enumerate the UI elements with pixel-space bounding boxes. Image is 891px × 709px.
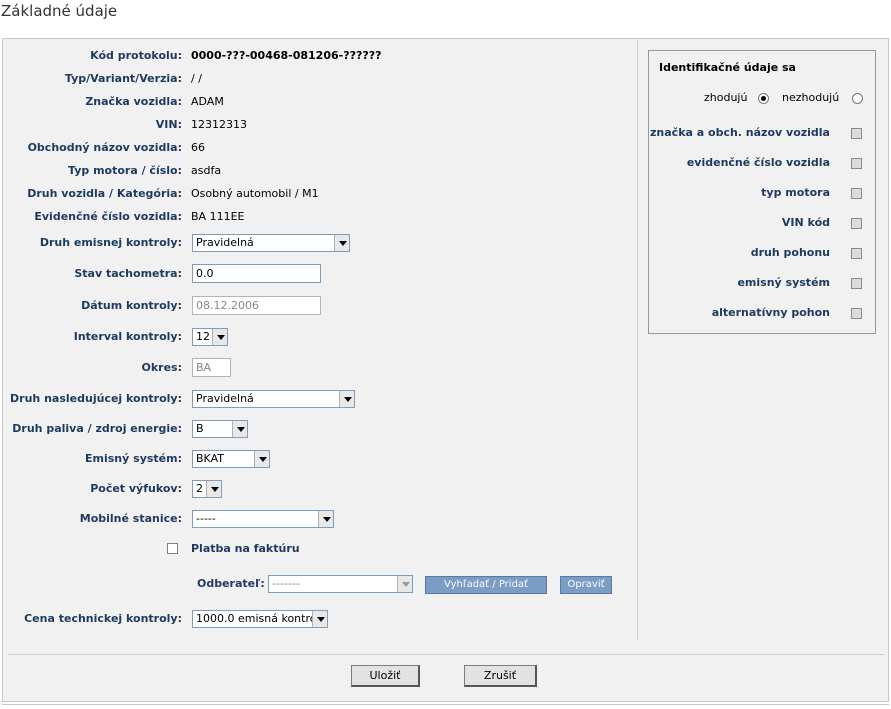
type-value: / /: [191, 72, 202, 85]
footer-divider: [8, 654, 884, 655]
select-value: B: [196, 422, 204, 435]
search-add-button[interactable]: Vyhľadať / Pridať: [425, 576, 547, 594]
emission-system-label: Emisný systém:: [85, 452, 182, 465]
identification-box: Identifikačné údaje sa zhodujú nezhodujú…: [648, 50, 876, 334]
exhaust-count-select[interactable]: 2: [192, 480, 222, 498]
select-value: BKAT: [196, 452, 224, 465]
customer-select[interactable]: -------: [268, 575, 413, 593]
select-value: 12: [196, 330, 210, 343]
district-label: Okres:: [141, 361, 183, 374]
trade-name-value: 66: [191, 141, 205, 154]
chevron-down-icon[interactable]: [339, 391, 354, 407]
mismatch-radio[interactable]: [852, 93, 863, 104]
id-item-vin-label: VIN kód: [781, 216, 830, 229]
chevron-down-icon[interactable]: [397, 576, 412, 592]
chevron-down-icon[interactable]: [312, 611, 327, 627]
info-label: Obchodný názov vozidla:: [27, 141, 182, 154]
id-item-drive-label: druh pohonu: [750, 246, 830, 259]
info-row-vin: VIN:: [0, 116, 182, 134]
info-row-category: Druh vozidla / Kategória:: [0, 185, 182, 203]
select-value: -------: [272, 577, 300, 590]
id-item-engine-checkbox[interactable]: [851, 188, 862, 199]
info-label: Druh vozidla / Kategória:: [27, 187, 182, 200]
plate-value: BA 111EE: [191, 210, 245, 223]
select-value: Pravidelná: [196, 236, 254, 249]
chevron-down-icon[interactable]: [318, 511, 333, 527]
match-radio[interactable]: [758, 93, 769, 104]
id-item-brand-checkbox[interactable]: [851, 128, 862, 139]
info-row-plate: Evidenčné číslo vozidla:: [0, 208, 182, 226]
next-check-type-label: Druh nasledujúcej kontroly:: [10, 392, 182, 405]
id-item-drive-checkbox[interactable]: [851, 248, 862, 259]
info-row-trade-name: Obchodný názov vozidla:: [0, 139, 182, 157]
info-label: Typ/Variant/Verzia:: [64, 72, 182, 85]
inspection-price-select[interactable]: 1000.0 emisná kontrola: [192, 610, 328, 628]
id-item-alt-drive-label: alternatívny pohon: [711, 306, 830, 319]
vin-value: 12312313: [191, 118, 247, 131]
id-item-engine-label: typ motora: [761, 186, 830, 199]
select-value: Pravidelná: [196, 392, 254, 405]
engine-value: asdfa: [191, 164, 222, 177]
emission-system-select[interactable]: BKAT: [192, 450, 270, 468]
match-label: zhodujú: [704, 91, 748, 104]
info-row-protocol: Kód protokolu:: [0, 47, 182, 65]
id-item-emission-label: emisný systém: [737, 276, 830, 289]
inspection-price-label: Cena technickej kontroly:: [24, 612, 182, 625]
emission-check-type-label: Druh emisnej kontroly:: [39, 236, 182, 249]
info-label: Evidenčné číslo vozidla:: [34, 210, 182, 223]
check-date-input[interactable]: 08.12.2006: [192, 296, 321, 315]
next-check-type-select[interactable]: Pravidelná: [192, 390, 355, 408]
check-interval-select[interactable]: 12: [192, 328, 228, 346]
id-item-brand-label: značka a obch. názov vozidla: [650, 126, 830, 139]
info-label: Kód protokolu:: [90, 49, 182, 62]
info-label: Typ motora / číslo:: [68, 164, 182, 177]
invoice-payment-checkbox[interactable]: [167, 543, 178, 554]
fuel-type-select[interactable]: B: [192, 420, 248, 438]
customer-label: Odberateľ:: [197, 577, 265, 590]
chevron-down-icon[interactable]: [212, 329, 227, 345]
id-item-vin-checkbox[interactable]: [851, 218, 862, 229]
protocol-code-value: 0000-???-00468-081206-??????: [191, 49, 382, 62]
panel-bottom-border: [2, 704, 889, 705]
chevron-down-icon[interactable]: [254, 451, 269, 467]
exhaust-count-label: Počet výfukov:: [90, 482, 182, 495]
info-label: VIN:: [155, 118, 182, 131]
select-value: 1000.0 emisná kontrola: [196, 612, 327, 625]
info-label: Značka vozidla:: [85, 95, 182, 108]
chevron-down-icon[interactable]: [232, 421, 247, 437]
chevron-down-icon[interactable]: [334, 235, 349, 251]
column-divider: [637, 40, 638, 640]
select-value: -----: [196, 512, 216, 525]
id-item-emission-checkbox[interactable]: [851, 278, 862, 289]
id-item-plate-label: evidenčné číslo vozidla: [686, 156, 830, 169]
odometer-input[interactable]: 0.0: [192, 264, 321, 283]
brand-value: ADAM: [191, 95, 224, 108]
info-row-type: Typ/Variant/Verzia:: [0, 70, 182, 88]
cancel-button[interactable]: Zrušiť: [464, 665, 537, 687]
district-input[interactable]: BA: [192, 358, 231, 377]
check-date-label: Dátum kontroly:: [81, 299, 182, 312]
mismatch-label: nezhodujú: [782, 91, 840, 104]
odometer-label: Stav tachometra:: [74, 267, 182, 280]
mobile-stations-label: Mobilné stanice:: [79, 512, 182, 525]
info-row-engine: Typ motora / číslo:: [0, 162, 182, 180]
edit-button[interactable]: Opraviť: [560, 576, 612, 594]
save-button[interactable]: Uložiť: [351, 665, 420, 687]
identification-title: Identifikačné údaje sa: [659, 61, 796, 74]
id-item-alt-drive-checkbox[interactable]: [851, 308, 862, 319]
fuel-type-label: Druh paliva / zdroj energie:: [12, 422, 182, 435]
check-interval-label: Interval kontroly:: [73, 330, 182, 343]
mobile-stations-select[interactable]: -----: [192, 510, 334, 528]
page-title: Základné údaje: [1, 2, 118, 20]
category-value: Osobný automobil / M1: [191, 187, 319, 200]
id-item-plate-checkbox[interactable]: [851, 158, 862, 169]
emission-check-type-select[interactable]: Pravidelná: [192, 234, 350, 252]
info-row-brand: Značka vozidla:: [0, 93, 182, 111]
invoice-payment-label: Platba na faktúru: [191, 542, 300, 555]
chevron-down-icon[interactable]: [206, 481, 221, 497]
select-value: 2: [196, 482, 203, 495]
